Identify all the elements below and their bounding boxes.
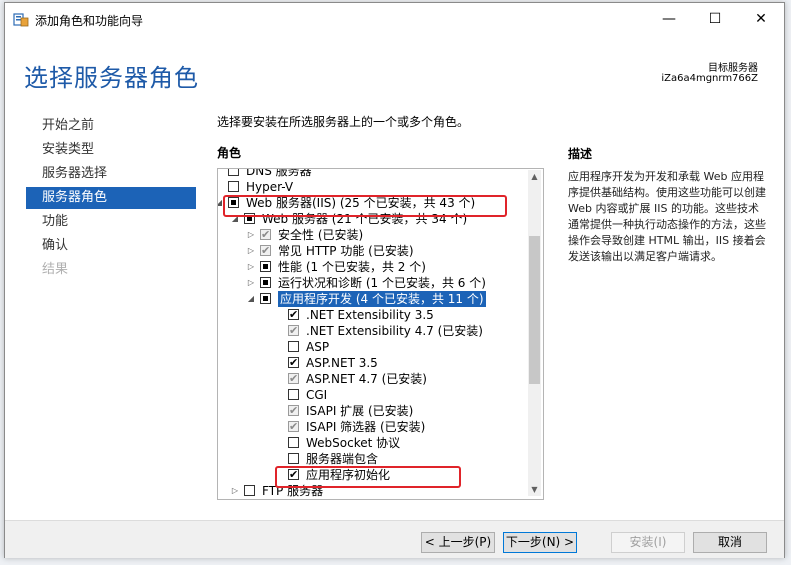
role-checkbox[interactable] xyxy=(244,485,255,496)
intro-text: 选择要安装在所选服务器上的一个或多个角色。 xyxy=(217,115,470,129)
role-checkbox xyxy=(288,419,299,435)
install-button: 安装(I) xyxy=(611,532,685,553)
tree-row[interactable]: DNS 服务器 xyxy=(218,169,526,179)
roles-tree[interactable]: DNS 服务器Hyper-V◢Web 服务器(IIS) (25 个已安装，共 4… xyxy=(217,168,544,500)
role-checkbox[interactable] xyxy=(260,277,271,288)
role-label[interactable]: ASP.NET 3.5 xyxy=(306,355,378,371)
role-checkbox xyxy=(260,227,271,243)
scroll-up-icon[interactable]: ▲ xyxy=(528,170,541,183)
tree-row[interactable]: .NET Extensibility 4.7 (已安装) xyxy=(218,323,526,339)
role-label[interactable]: 应用程序开发 (4 个已安装，共 11 个) xyxy=(278,291,486,307)
wizard-window: 添加角色和功能向导 — ☐ ✕ 选择服务器角色 目标服务器 iZa6a4mgnr… xyxy=(4,2,785,558)
role-checkbox[interactable] xyxy=(288,341,299,352)
page-title: 选择服务器角色 xyxy=(24,64,199,92)
nav-item-before-you-begin[interactable]: 开始之前 xyxy=(26,115,196,137)
tree-row[interactable]: CGI xyxy=(218,387,526,403)
expand-arrow-icon[interactable]: ▷ xyxy=(246,227,256,243)
cancel-button[interactable]: 取消 xyxy=(693,532,767,553)
expand-arrow-icon[interactable]: ▷ xyxy=(246,243,256,259)
tree-row[interactable]: ▷ 运行状况和诊断 (1 个已安装，共 6 个) xyxy=(218,275,526,291)
role-label[interactable]: WebSocket 协议 xyxy=(306,435,400,451)
tree-row[interactable]: ISAPI 扩展 (已安装) xyxy=(218,403,526,419)
role-label[interactable]: 运行状况和诊断 (1 个已安装，共 6 个) xyxy=(278,275,486,291)
role-label[interactable]: Hyper-V xyxy=(246,179,293,195)
role-checkbox[interactable] xyxy=(260,293,271,304)
tree-row[interactable]: ▷ 常见 HTTP 功能 (已安装) xyxy=(218,243,526,259)
tree-row[interactable]: ASP.NET 4.7 (已安装) xyxy=(218,371,526,387)
expand-arrow-icon[interactable]: ▷ xyxy=(246,275,256,291)
role-label[interactable]: 性能 (1 个已安装，共 2 个) xyxy=(278,259,426,275)
destination-server-name: iZa6a4mgnrm766Z xyxy=(661,73,758,84)
collapse-arrow-icon[interactable]: ◢ xyxy=(246,291,256,307)
role-label[interactable]: ISAPI 筛选器 (已安装) xyxy=(306,419,425,435)
role-label[interactable]: .NET Extensibility 3.5 xyxy=(306,307,434,323)
role-label[interactable]: 常见 HTTP 功能 (已安装) xyxy=(278,243,414,259)
role-label[interactable]: 服务器端包含 xyxy=(306,451,378,467)
close-icon: ✕ xyxy=(755,11,767,27)
maximize-button[interactable]: ☐ xyxy=(692,3,738,35)
description-header: 描述 xyxy=(568,147,593,161)
role-label[interactable]: CGI xyxy=(306,387,327,403)
tree-row[interactable]: Hyper-V xyxy=(218,179,526,195)
role-checkbox[interactable] xyxy=(288,453,299,464)
role-label[interactable]: DNS 服务器 xyxy=(246,169,312,179)
nav-item-server-roles[interactable]: 服务器角色 xyxy=(26,187,196,209)
server-manager-icon xyxy=(13,11,29,27)
tree-row[interactable]: ◢ 应用程序开发 (4 个已安装，共 11 个) xyxy=(218,291,526,307)
role-label[interactable]: ASP.NET 4.7 (已安装) xyxy=(306,371,427,387)
previous-button[interactable]: < 上一步(P) xyxy=(421,532,495,553)
nav-item-confirmation[interactable]: 确认 xyxy=(26,235,196,257)
window-title: 添加角色和功能向导 xyxy=(35,14,144,28)
role-checkbox[interactable] xyxy=(288,437,299,448)
tree-row[interactable]: ▷ 安全性 (已安装) xyxy=(218,227,526,243)
role-checkbox[interactable] xyxy=(260,261,271,272)
role-checkbox xyxy=(260,243,271,259)
role-checkbox[interactable] xyxy=(288,389,299,400)
tree-row[interactable]: 服务器端包含 xyxy=(218,451,526,467)
scrollbar-thumb[interactable] xyxy=(529,236,540,384)
destination-server-label: 目标服务器 xyxy=(708,63,758,74)
nav-item-features[interactable]: 功能 xyxy=(26,211,196,233)
title-bar[interactable]: 添加角色和功能向导 — ☐ ✕ xyxy=(5,3,784,35)
footer-bar: < 上一步(P) 下一步(N) > 安装(I) 取消 xyxy=(5,520,784,558)
role-checkbox xyxy=(288,323,299,339)
tree-row[interactable]: .NET Extensibility 3.5 xyxy=(218,307,526,323)
close-button[interactable]: ✕ xyxy=(738,3,784,35)
tree-row[interactable]: ISAPI 筛选器 (已安装) xyxy=(218,419,526,435)
maximize-icon: ☐ xyxy=(708,11,722,27)
minimize-icon: — xyxy=(662,11,676,27)
role-checkbox[interactable] xyxy=(288,307,299,323)
tree-row[interactable]: WebSocket 协议 xyxy=(218,435,526,451)
next-button[interactable]: 下一步(N) > xyxy=(503,532,577,553)
role-checkbox[interactable] xyxy=(228,169,239,176)
minimize-button[interactable]: — xyxy=(646,3,692,35)
roles-header: 角色 xyxy=(217,146,242,160)
role-label[interactable]: .NET Extensibility 4.7 (已安装) xyxy=(306,323,483,339)
nav-item-installation-type[interactable]: 安装类型 xyxy=(26,139,196,161)
scroll-down-icon[interactable]: ▼ xyxy=(528,483,541,496)
role-checkbox[interactable] xyxy=(288,355,299,371)
tree-row[interactable]: ASP xyxy=(218,339,526,355)
description-text: 应用程序开发为开发和承载 Web 应用程序提供基础结构。使用这些功能可以创建 W… xyxy=(568,170,766,263)
role-checkbox[interactable] xyxy=(228,181,239,192)
role-checkbox xyxy=(288,371,299,387)
nav-item-server-selection[interactable]: 服务器选择 xyxy=(26,163,196,185)
nav-item-results: 结果 xyxy=(42,262,69,277)
role-label[interactable]: 安全性 (已安装) xyxy=(278,227,363,243)
role-label[interactable]: ASP xyxy=(306,339,329,355)
expand-arrow-icon[interactable]: ▷ xyxy=(246,259,256,275)
highlight-web-server-iis xyxy=(223,195,507,217)
tree-row[interactable]: ▷ 性能 (1 个已安装，共 2 个) xyxy=(218,259,526,275)
role-label[interactable]: ISAPI 扩展 (已安装) xyxy=(306,403,413,419)
highlight-application-initialization xyxy=(275,466,461,488)
background-app-right xyxy=(785,0,791,565)
expand-arrow-icon[interactable]: ▷ xyxy=(230,483,240,499)
role-checkbox xyxy=(288,403,299,419)
tree-row[interactable]: ASP.NET 3.5 xyxy=(218,355,526,371)
